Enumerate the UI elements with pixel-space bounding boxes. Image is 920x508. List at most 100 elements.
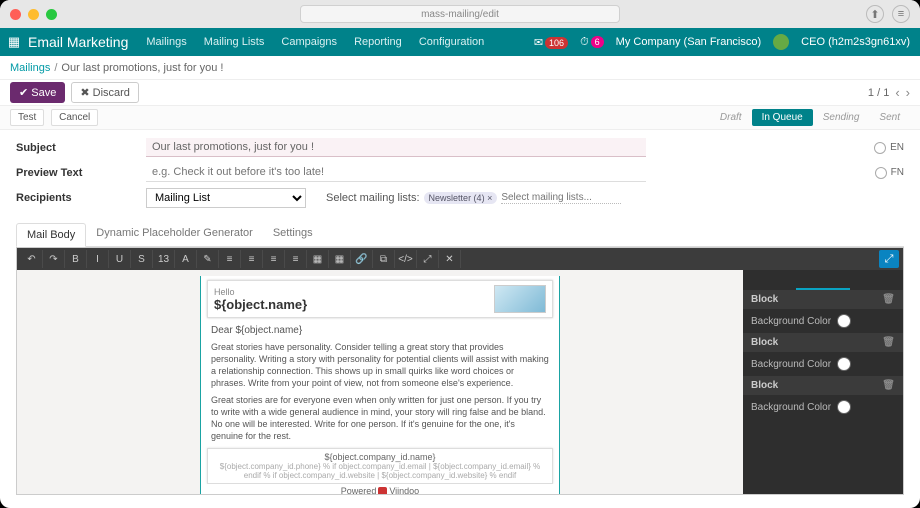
browser-menu-icon[interactable]: ≡ — [892, 5, 910, 23]
tb-link-icon[interactable]: 🔗 — [351, 250, 373, 268]
globe-icon-2[interactable] — [875, 167, 887, 179]
stage-inqueue[interactable]: In Queue — [752, 109, 813, 126]
tb-image-icon[interactable]: ⧉ — [373, 250, 395, 268]
viindoo-logo-icon — [378, 487, 387, 494]
browser-upload-icon[interactable]: ⬆ — [866, 5, 884, 23]
menu-campaigns[interactable]: Campaigns — [281, 36, 337, 48]
activities-icon[interactable]: ⏱6 — [580, 36, 604, 49]
user-menu[interactable]: CEO (h2m2s3gn61xv) — [801, 36, 910, 48]
breadcrumb-separator: / — [54, 62, 57, 74]
insp-bg-2-swatch[interactable] — [837, 357, 851, 371]
tb-italic-icon[interactable]: I — [87, 250, 109, 268]
preview-label: Preview Text — [16, 167, 146, 179]
messaging-icon[interactable]: ✉106 — [534, 36, 568, 49]
tb-list-icon[interactable]: ▦ — [307, 250, 329, 268]
window-zoom-dot[interactable] — [46, 9, 57, 20]
browser-url-bar[interactable]: mass-mailing/edit — [300, 5, 620, 23]
mail-canvas[interactable]: Hello ${object.name} Dear ${object.name}… — [200, 276, 560, 494]
insp-delete-1-icon[interactable]: 🗑 — [882, 294, 895, 305]
breadcrumb-root[interactable]: Mailings — [10, 62, 50, 74]
mail-footer-company: ${object.company_id.name} — [212, 452, 548, 462]
editor-inspector: Block🗑 Background Color Block🗑 Backgroun… — [743, 270, 903, 494]
discard-button[interactable]: ✖ Discard — [71, 82, 139, 103]
menu-configuration[interactable]: Configuration — [419, 36, 484, 48]
insp-bg-3-label: Background Color — [751, 402, 831, 413]
tab-settings[interactable]: Settings — [263, 222, 323, 246]
company-switcher[interactable]: My Company (San Francisco) — [616, 36, 762, 48]
tb-size-icon[interactable]: 13 — [153, 250, 175, 268]
breadcrumb: Mailings / Our last promotions, just for… — [0, 56, 920, 80]
mail-header-block[interactable]: Hello ${object.name} — [207, 280, 553, 318]
mail-hello: Hello — [214, 287, 490, 297]
tb-redo-icon[interactable]: ↷ — [43, 250, 65, 268]
messaging-badge: 106 — [545, 37, 568, 49]
subject-label: Subject — [16, 142, 146, 154]
tab-dyn-ph[interactable]: Dynamic Placeholder Generator — [86, 222, 263, 246]
globe-icon[interactable] — [874, 142, 886, 154]
tb-strike-icon[interactable]: S — [131, 250, 153, 268]
tb-clear-icon[interactable]: ✕ — [439, 250, 461, 268]
mail-salutation[interactable]: Dear ${object.name} — [201, 322, 559, 339]
stage-draft[interactable]: Draft — [710, 109, 752, 126]
recipients-select[interactable]: Mailing List — [146, 188, 306, 208]
apps-menu-icon[interactable]: ▦ — [0, 34, 28, 50]
mail-powered-by: PoweredViindoo — [201, 484, 559, 494]
insp-bg-1-swatch[interactable] — [837, 314, 851, 328]
tb-under-icon[interactable]: U — [109, 250, 131, 268]
insp-delete-2-icon[interactable]: 🗑 — [882, 337, 895, 348]
subject-input[interactable] — [146, 138, 646, 157]
editor-expand-icon[interactable]: ⤢ — [879, 250, 899, 268]
insp-block-3-title: Block — [751, 380, 778, 391]
mailing-list-tag[interactable]: Newsletter (4) × — [424, 192, 498, 204]
preview-input[interactable] — [146, 163, 646, 182]
status-stages: Draft In Queue Sending Sent — [710, 109, 910, 126]
mail-paragraph-1[interactable]: Great stories have personality. Consider… — [201, 339, 559, 392]
tb-highlight-icon[interactable]: ✎ — [197, 250, 219, 268]
tb-bold-icon[interactable]: B — [65, 250, 87, 268]
discard-button-label: Discard — [93, 87, 130, 99]
tb-align-j-icon[interactable]: ≡ — [285, 250, 307, 268]
lang-en[interactable]: EN — [890, 142, 904, 153]
mail-footer-details: ${object.company_id.phone} % if object.c… — [212, 462, 548, 480]
save-button[interactable]: ✔ Save — [10, 82, 65, 103]
cancel-button[interactable]: Cancel — [51, 109, 98, 126]
app-window: mass-mailing/edit ⬆ ≡ ▦ Email Marketing … — [0, 0, 920, 508]
pager-prev[interactable]: ‹ — [895, 85, 899, 100]
mail-name-var: ${object.name} — [214, 297, 490, 312]
test-button[interactable]: Test — [10, 109, 44, 126]
window-close-dot[interactable] — [10, 9, 21, 20]
tb-forecolor-icon[interactable]: A — [175, 250, 197, 268]
insp-delete-3-icon[interactable]: 🗑 — [882, 380, 895, 391]
browser-titlebar: mass-mailing/edit ⬆ ≡ — [0, 0, 920, 28]
tb-align-c-icon[interactable]: ≡ — [241, 250, 263, 268]
insp-tab-style[interactable] — [796, 270, 849, 290]
editor-canvas-area[interactable]: Hello ${object.name} Dear ${object.name}… — [17, 270, 743, 494]
insp-tab-theme[interactable] — [850, 270, 903, 290]
window-minimize-dot[interactable] — [28, 9, 39, 20]
mail-header-image[interactable] — [494, 285, 546, 313]
pager-next[interactable]: › — [906, 85, 910, 100]
tb-align-l-icon[interactable]: ≡ — [219, 250, 241, 268]
tab-mail-body[interactable]: Mail Body — [16, 223, 86, 247]
tb-code-icon[interactable]: </> — [395, 250, 417, 268]
mail-paragraph-2[interactable]: Great stories are for everyone even when… — [201, 392, 559, 445]
menu-reporting[interactable]: Reporting — [354, 36, 402, 48]
tb-align-r-icon[interactable]: ≡ — [263, 250, 285, 268]
menu-mailings[interactable]: Mailings — [146, 36, 186, 48]
tb-full-icon[interactable]: ⤢ — [417, 250, 439, 268]
lang-fn[interactable]: FN — [891, 167, 904, 178]
insp-tab-blocks[interactable] — [743, 270, 796, 290]
form-sheet: Subject EN Preview Text FN Recipients Ma… — [0, 130, 920, 214]
insp-bg-3-swatch[interactable] — [837, 400, 851, 414]
form-tabs: Mail Body Dynamic Placeholder Generator … — [16, 222, 904, 247]
user-avatar[interactable] — [773, 34, 789, 50]
app-title: Email Marketing — [28, 34, 146, 50]
mailing-list-input[interactable] — [501, 192, 621, 204]
tb-undo-icon[interactable]: ↶ — [21, 250, 43, 268]
mail-footer-block[interactable]: ${object.company_id.name} ${object.compa… — [207, 448, 553, 484]
tb-table-icon[interactable]: ▦ — [329, 250, 351, 268]
app-menu: Mailings Mailing Lists Campaigns Reporti… — [146, 36, 498, 48]
stage-sending[interactable]: Sending — [813, 109, 870, 126]
menu-mailing-lists[interactable]: Mailing Lists — [204, 36, 265, 48]
stage-sent[interactable]: Sent — [869, 109, 910, 126]
